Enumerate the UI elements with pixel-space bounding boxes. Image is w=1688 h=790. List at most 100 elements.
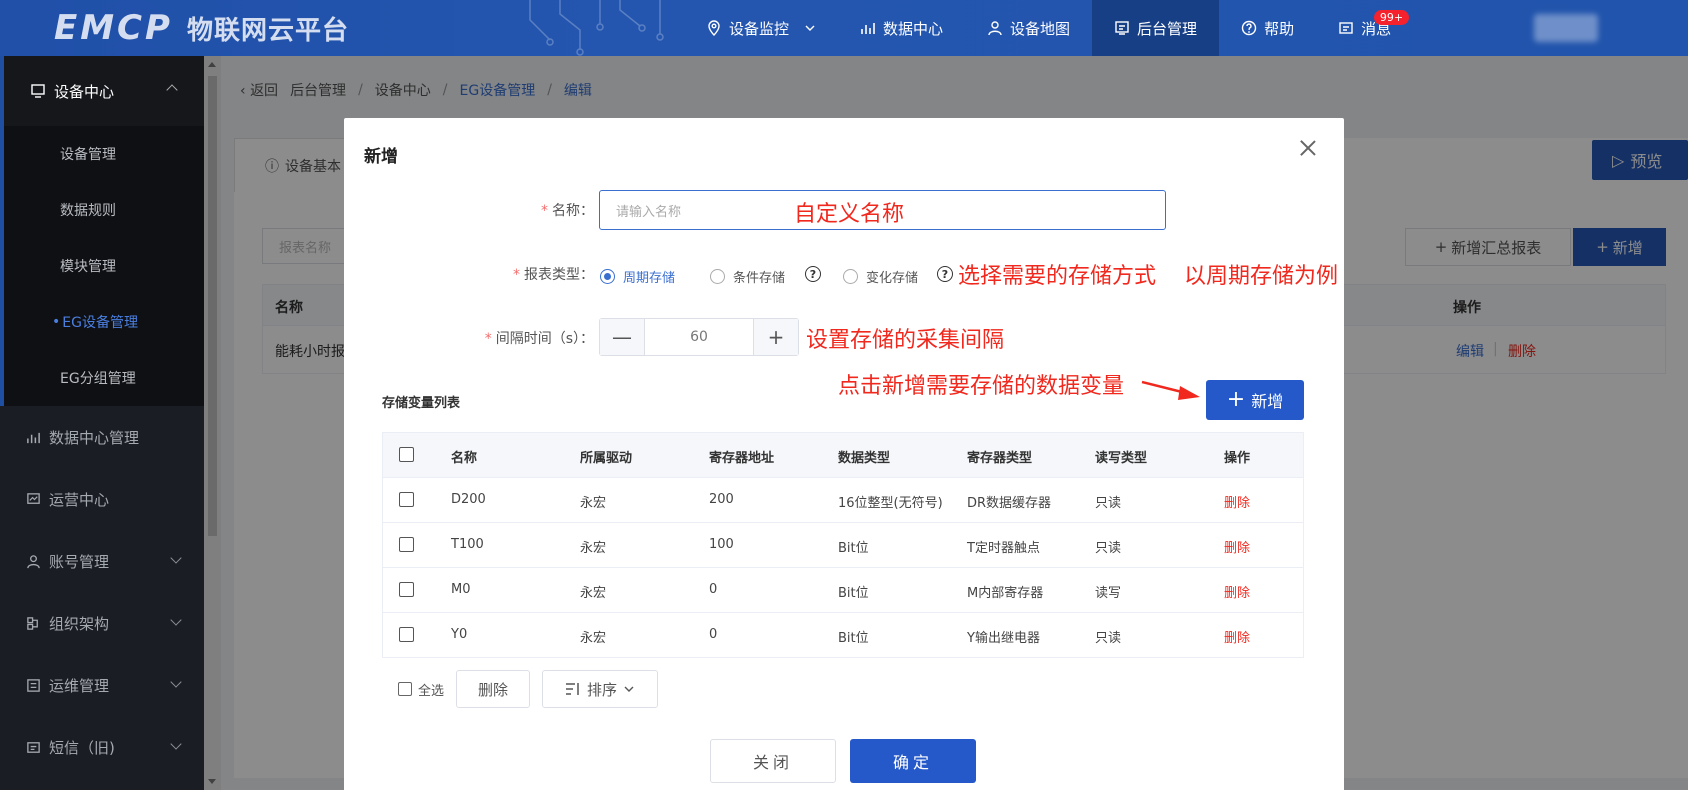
nav-device-map[interactable]: 设备地图 — [965, 0, 1092, 56]
chart-icon — [861, 23, 875, 34]
select-all-footer-checkbox[interactable] — [398, 682, 412, 696]
sidebar-item-module-management[interactable]: 模块管理 — [0, 238, 204, 294]
add-variable-button[interactable]: + 新增 — [1206, 380, 1304, 420]
label-text: 间隔时间（s）： — [495, 331, 594, 347]
bulk-delete-button[interactable]: 删除 — [456, 670, 531, 708]
nav-device-monitor[interactable]: 设备监控 — [684, 0, 838, 56]
column-header: 读写类型 — [1095, 451, 1148, 466]
row-checkbox[interactable] — [399, 627, 414, 642]
column-header: 寄存器类型 — [967, 451, 1033, 466]
cell: Y输出继电器 — [967, 631, 1040, 646]
sidebar: 设备中心 设备管理 数据规则 模块管理 • EG设备管理 EG分组管理 数据中心… — [0, 56, 204, 790]
table-row: T100 永宏 100 Bit位 T定时器触点 只读 删除 — [382, 523, 1304, 568]
help-icon[interactable]: ? — [937, 266, 953, 282]
chevron-down-icon — [170, 676, 182, 688]
logo[interactable]: EMCP 物联网云平台 — [54, 8, 349, 48]
logo-mark: EMCP — [54, 8, 173, 48]
close-icon[interactable] — [1298, 138, 1318, 158]
delete-link[interactable]: 删除 — [1224, 537, 1250, 556]
sidebar-item-sms-old[interactable]: 短信（旧) — [0, 716, 204, 778]
sort-icon — [566, 683, 579, 695]
column-header: 寄存器地址 — [709, 451, 775, 466]
sidebar-item-ops-management[interactable]: 运维管理 — [0, 654, 204, 716]
column-header: 数据类型 — [838, 451, 891, 466]
delete-link[interactable]: 删除 — [1224, 492, 1250, 511]
sidebar-item-eg-group-management[interactable]: EG分组管理 — [0, 350, 204, 406]
chevron-down-icon — [170, 614, 182, 626]
chevron-down-icon — [170, 738, 182, 750]
radio-dot — [600, 269, 615, 284]
interval-value[interactable]: 60 — [644, 319, 754, 355]
chart-icon — [27, 432, 40, 443]
cell: 读写 — [1095, 586, 1122, 601]
arrow-pointer — [1141, 380, 1200, 400]
radio-periodic[interactable]: 周期存储 — [600, 267, 675, 286]
sidebar-item-account-management[interactable]: 账号管理 — [0, 530, 204, 592]
cell: M0 — [451, 582, 471, 597]
row-checkbox[interactable] — [399, 492, 414, 507]
name-label: * 名称： — [444, 200, 594, 220]
help-circle-icon — [1241, 20, 1257, 36]
required-mark: * — [513, 267, 520, 283]
dialog-title: 新增 — [364, 147, 398, 167]
nav-data-center[interactable]: 数据中心 — [838, 0, 965, 56]
cell: 只读 — [1095, 496, 1122, 511]
interval-stepper: — 60 + — [599, 318, 799, 356]
sidebar-item-label: 组织架构 — [49, 614, 110, 633]
top-bar: EMCP 物联网云平台 设备监控 数据中心 设备地图 后台管理 帮助 消息 99… — [0, 0, 1688, 56]
avatar[interactable] — [1534, 14, 1598, 42]
nav-help[interactable]: 帮助 — [1219, 0, 1316, 56]
cell: 永宏 — [580, 496, 607, 511]
sidebar-group-device-center: 设备中心 设备管理 数据规则 模块管理 • EG设备管理 EG分组管理 — [0, 56, 204, 406]
type-label: * 报表类型： — [424, 264, 594, 284]
button-label: 排序 — [587, 680, 618, 699]
decrement-button[interactable]: — — [600, 319, 644, 355]
select-all-checkbox[interactable] — [399, 447, 414, 462]
nav-label: 后台管理 — [1137, 19, 1198, 38]
sidebar-group-head[interactable]: 设备中心 — [0, 56, 204, 126]
message-badge: 99+ — [1373, 10, 1410, 25]
nav-messages[interactable]: 消息 99+ — [1316, 0, 1413, 56]
chevron-down-icon — [170, 552, 182, 564]
cell: Bit位 — [838, 586, 869, 601]
admin-icon — [1115, 21, 1129, 35]
nav-admin[interactable]: 后台管理 — [1092, 0, 1220, 56]
table-row: Y0 永宏 0 Bit位 Y输出继电器 只读 删除 — [382, 613, 1304, 658]
location-icon — [708, 20, 720, 36]
list-icon — [27, 678, 40, 692]
radio-label: 周期存储 — [623, 271, 676, 286]
sidebar-item-data-rules[interactable]: 数据规则 — [0, 182, 204, 238]
annotation-type: 选择需要的存储方式 — [958, 264, 1157, 289]
cell: 只读 — [1095, 541, 1122, 556]
delete-link[interactable]: 删除 — [1224, 582, 1250, 601]
sort-button[interactable]: 排序 — [542, 670, 659, 708]
variable-list-title: 存储变量列表 — [382, 396, 461, 411]
increment-button[interactable]: + — [754, 319, 798, 355]
row-checkbox[interactable] — [399, 537, 414, 552]
cell: M内部寄存器 — [967, 586, 1044, 601]
delete-link[interactable]: 删除 — [1224, 627, 1250, 646]
cell: DR数据缓存器 — [967, 496, 1052, 511]
cell: 100 — [709, 537, 734, 552]
table-footer: 全选 删除 排序 — [382, 670, 659, 708]
user-icon — [27, 554, 40, 568]
sidebar-item-device-management[interactable]: 设备管理 — [0, 126, 204, 182]
radio-conditional[interactable]: 条件存储 — [710, 267, 785, 286]
sidebar-item-org-structure[interactable]: 组织架构 — [0, 592, 204, 654]
sms-icon — [27, 741, 40, 753]
cell: 只读 — [1095, 631, 1122, 646]
logo-text: 物联网云平台 — [186, 15, 349, 46]
sidebar-item-operation-center[interactable]: 运营中心 — [0, 468, 204, 530]
sidebar-item-data-center-management[interactable]: 数据中心管理 — [0, 406, 204, 468]
dashboard-icon — [27, 492, 40, 504]
help-icon[interactable]: ? — [805, 266, 821, 282]
nav-label: 设备监控 — [729, 19, 790, 38]
circuit-decoration — [529, 0, 664, 56]
close-button[interactable]: 关闭 — [710, 739, 836, 783]
sidebar-item-eg-device-management[interactable]: • EG设备管理 — [0, 294, 204, 350]
cell: D200 — [451, 492, 486, 507]
radio-change[interactable]: 变化存储 — [843, 267, 918, 286]
radio-dot — [843, 269, 858, 284]
confirm-button[interactable]: 确定 — [850, 739, 976, 783]
row-checkbox[interactable] — [399, 582, 414, 597]
